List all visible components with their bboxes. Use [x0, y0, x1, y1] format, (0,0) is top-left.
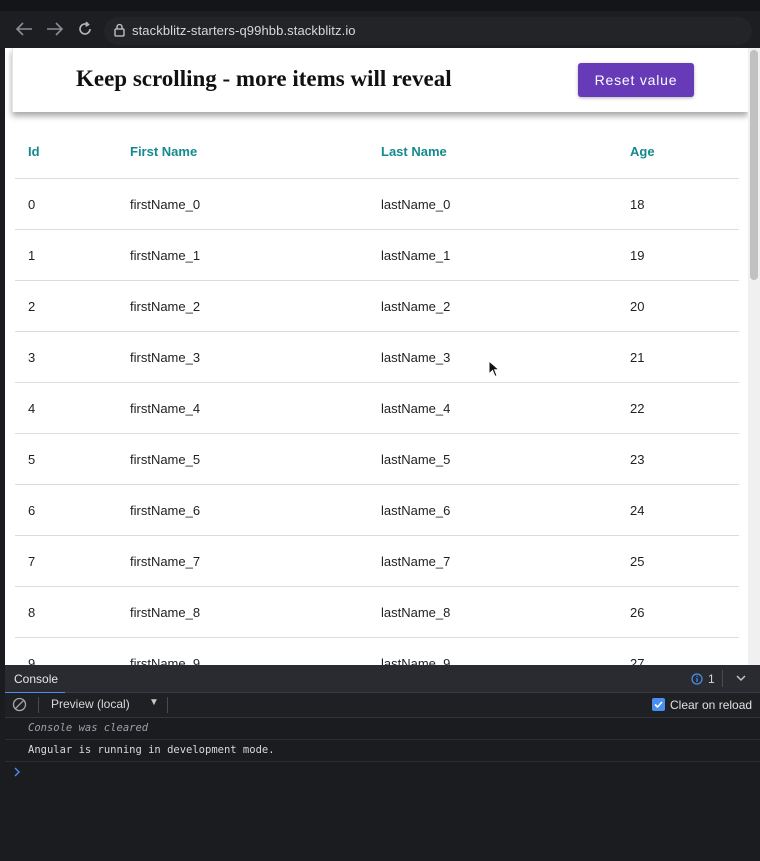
issue-count: 1 — [708, 672, 715, 686]
cell-first-name: firstName_9 — [130, 656, 201, 665]
issues-counter[interactable]: 1 — [691, 672, 715, 686]
table-row[interactable]: 2 firstName_2 lastName_2 20 — [15, 281, 739, 332]
forward-arrow-icon[interactable] — [44, 18, 66, 40]
lock-icon — [114, 23, 125, 42]
table-row[interactable]: 7 firstName_7 lastName_7 25 — [15, 536, 739, 587]
clear-on-reload-label[interactable]: Clear on reload — [670, 698, 752, 712]
window-strip — [0, 0, 760, 11]
cell-id: 3 — [28, 350, 36, 365]
context-select[interactable]: Preview (local) — [51, 697, 130, 711]
url-text: stackblitz-starters-q99hbb.stackblitz.io — [132, 23, 356, 38]
console-prompt-icon[interactable] — [13, 766, 21, 780]
app-preview: Keep scrolling - more items will reveal … — [5, 48, 748, 665]
browser-toolbar: stackblitz-starters-q99hbb.stackblitz.io — [0, 0, 760, 48]
scrollbar-thumb[interactable] — [750, 50, 758, 280]
table-header: Id First Name Last Name Age — [15, 128, 739, 179]
reload-icon[interactable] — [74, 18, 96, 40]
tab-divider — [722, 670, 723, 687]
back-arrow-icon[interactable] — [13, 18, 35, 40]
cell-age: 26 — [630, 605, 645, 620]
console-message-text: Console was cleared — [28, 722, 149, 734]
column-header-id[interactable]: Id — [28, 144, 40, 159]
cell-age: 27 — [630, 656, 645, 665]
cell-last-name: lastName_1 — [381, 248, 451, 263]
table-row[interactable]: 6 firstName_6 lastName_6 24 — [15, 485, 739, 536]
select-arrow-icon[interactable]: ▼ — [149, 697, 159, 708]
page-title: Keep scrolling - more items will reveal — [76, 66, 452, 91]
cell-first-name: firstName_4 — [130, 401, 201, 416]
toolbar-divider — [38, 697, 39, 713]
tab-console-label: Console — [14, 672, 59, 686]
table-row[interactable]: 8 firstName_8 lastName_8 26 — [15, 587, 739, 638]
column-header-first-name[interactable]: First Name — [130, 144, 197, 159]
cell-age: 20 — [630, 299, 645, 314]
cell-last-name: lastName_7 — [381, 554, 451, 569]
table-row[interactable]: 0 firstName_0 lastName_0 18 — [15, 179, 739, 230]
column-header-age[interactable]: Age — [630, 144, 655, 159]
table-row[interactable]: 4 firstName_4 lastName_4 22 — [15, 383, 739, 434]
cell-last-name: lastName_9 — [381, 656, 451, 665]
cell-id: 0 — [28, 197, 36, 212]
cell-age: 23 — [630, 452, 645, 467]
cell-id: 6 — [28, 503, 36, 518]
cell-last-name: lastName_2 — [381, 299, 451, 314]
table-row[interactable]: 1 firstName_1 lastName_1 19 — [15, 230, 739, 281]
chevron-down-icon[interactable] — [735, 671, 747, 689]
cell-first-name: firstName_3 — [130, 350, 201, 365]
mouse-cursor-icon — [488, 359, 501, 383]
sticky-header: Keep scrolling - more items will reveal … — [12, 48, 748, 112]
tab-console[interactable]: Console — [5, 665, 65, 694]
cell-age: 21 — [630, 350, 645, 365]
cell-id: 5 — [28, 452, 36, 467]
table-row[interactable]: 9 firstName_9 lastName_9 27 — [15, 638, 739, 665]
cell-id: 1 — [28, 248, 36, 263]
cell-last-name: lastName_6 — [381, 503, 451, 518]
address-bar[interactable]: stackblitz-starters-q99hbb.stackblitz.io — [104, 17, 752, 45]
cell-age: 19 — [630, 248, 645, 263]
cell-id: 7 — [28, 554, 36, 569]
toolbar-divider — [167, 697, 168, 713]
cell-first-name: firstName_0 — [130, 197, 201, 212]
preview-scrollbar[interactable] — [748, 48, 760, 665]
console-message: Console was cleared — [5, 718, 760, 740]
cell-last-name: lastName_3 — [381, 350, 451, 365]
console-message-text: Angular is running in development mode. — [28, 744, 275, 756]
cell-last-name: lastName_8 — [381, 605, 451, 620]
cell-first-name: firstName_5 — [130, 452, 201, 467]
console-message: Angular is running in development mode. — [5, 740, 760, 762]
clear-on-reload-checkbox[interactable] — [652, 698, 665, 711]
cell-id: 9 — [28, 656, 36, 665]
cell-id: 8 — [28, 605, 36, 620]
cell-age: 24 — [630, 503, 645, 518]
cell-first-name: firstName_1 — [130, 248, 201, 263]
console-toolbar: Preview (local) ▼ Clear on reload — [5, 693, 760, 718]
cell-age: 18 — [630, 197, 645, 212]
table-row[interactable]: 5 firstName_5 lastName_5 23 — [15, 434, 739, 485]
reset-value-button[interactable]: Reset value — [578, 63, 694, 97]
cell-age: 25 — [630, 554, 645, 569]
cell-first-name: firstName_2 — [130, 299, 201, 314]
cell-age: 22 — [630, 401, 645, 416]
cell-last-name: lastName_0 — [381, 197, 451, 212]
console-tabbar: Console 1 — [5, 665, 760, 694]
cell-first-name: firstName_7 — [130, 554, 201, 569]
cell-id: 2 — [28, 299, 36, 314]
cell-first-name: firstName_8 — [130, 605, 201, 620]
cell-last-name: lastName_4 — [381, 401, 451, 416]
info-icon — [691, 673, 703, 685]
console-panel: Console 1 Preview (local) ▼ Clear on rel… — [5, 665, 760, 861]
data-table: Id First Name Last Name Age 0 firstName_0… — [15, 128, 739, 665]
cell-first-name: firstName_6 — [130, 503, 201, 518]
cell-last-name: lastName_5 — [381, 452, 451, 467]
column-header-last-name[interactable]: Last Name — [381, 144, 447, 159]
clear-console-icon[interactable] — [12, 697, 27, 717]
table-row[interactable]: 3 firstName_3 lastName_3 21 — [15, 332, 739, 383]
cell-id: 4 — [28, 401, 36, 416]
